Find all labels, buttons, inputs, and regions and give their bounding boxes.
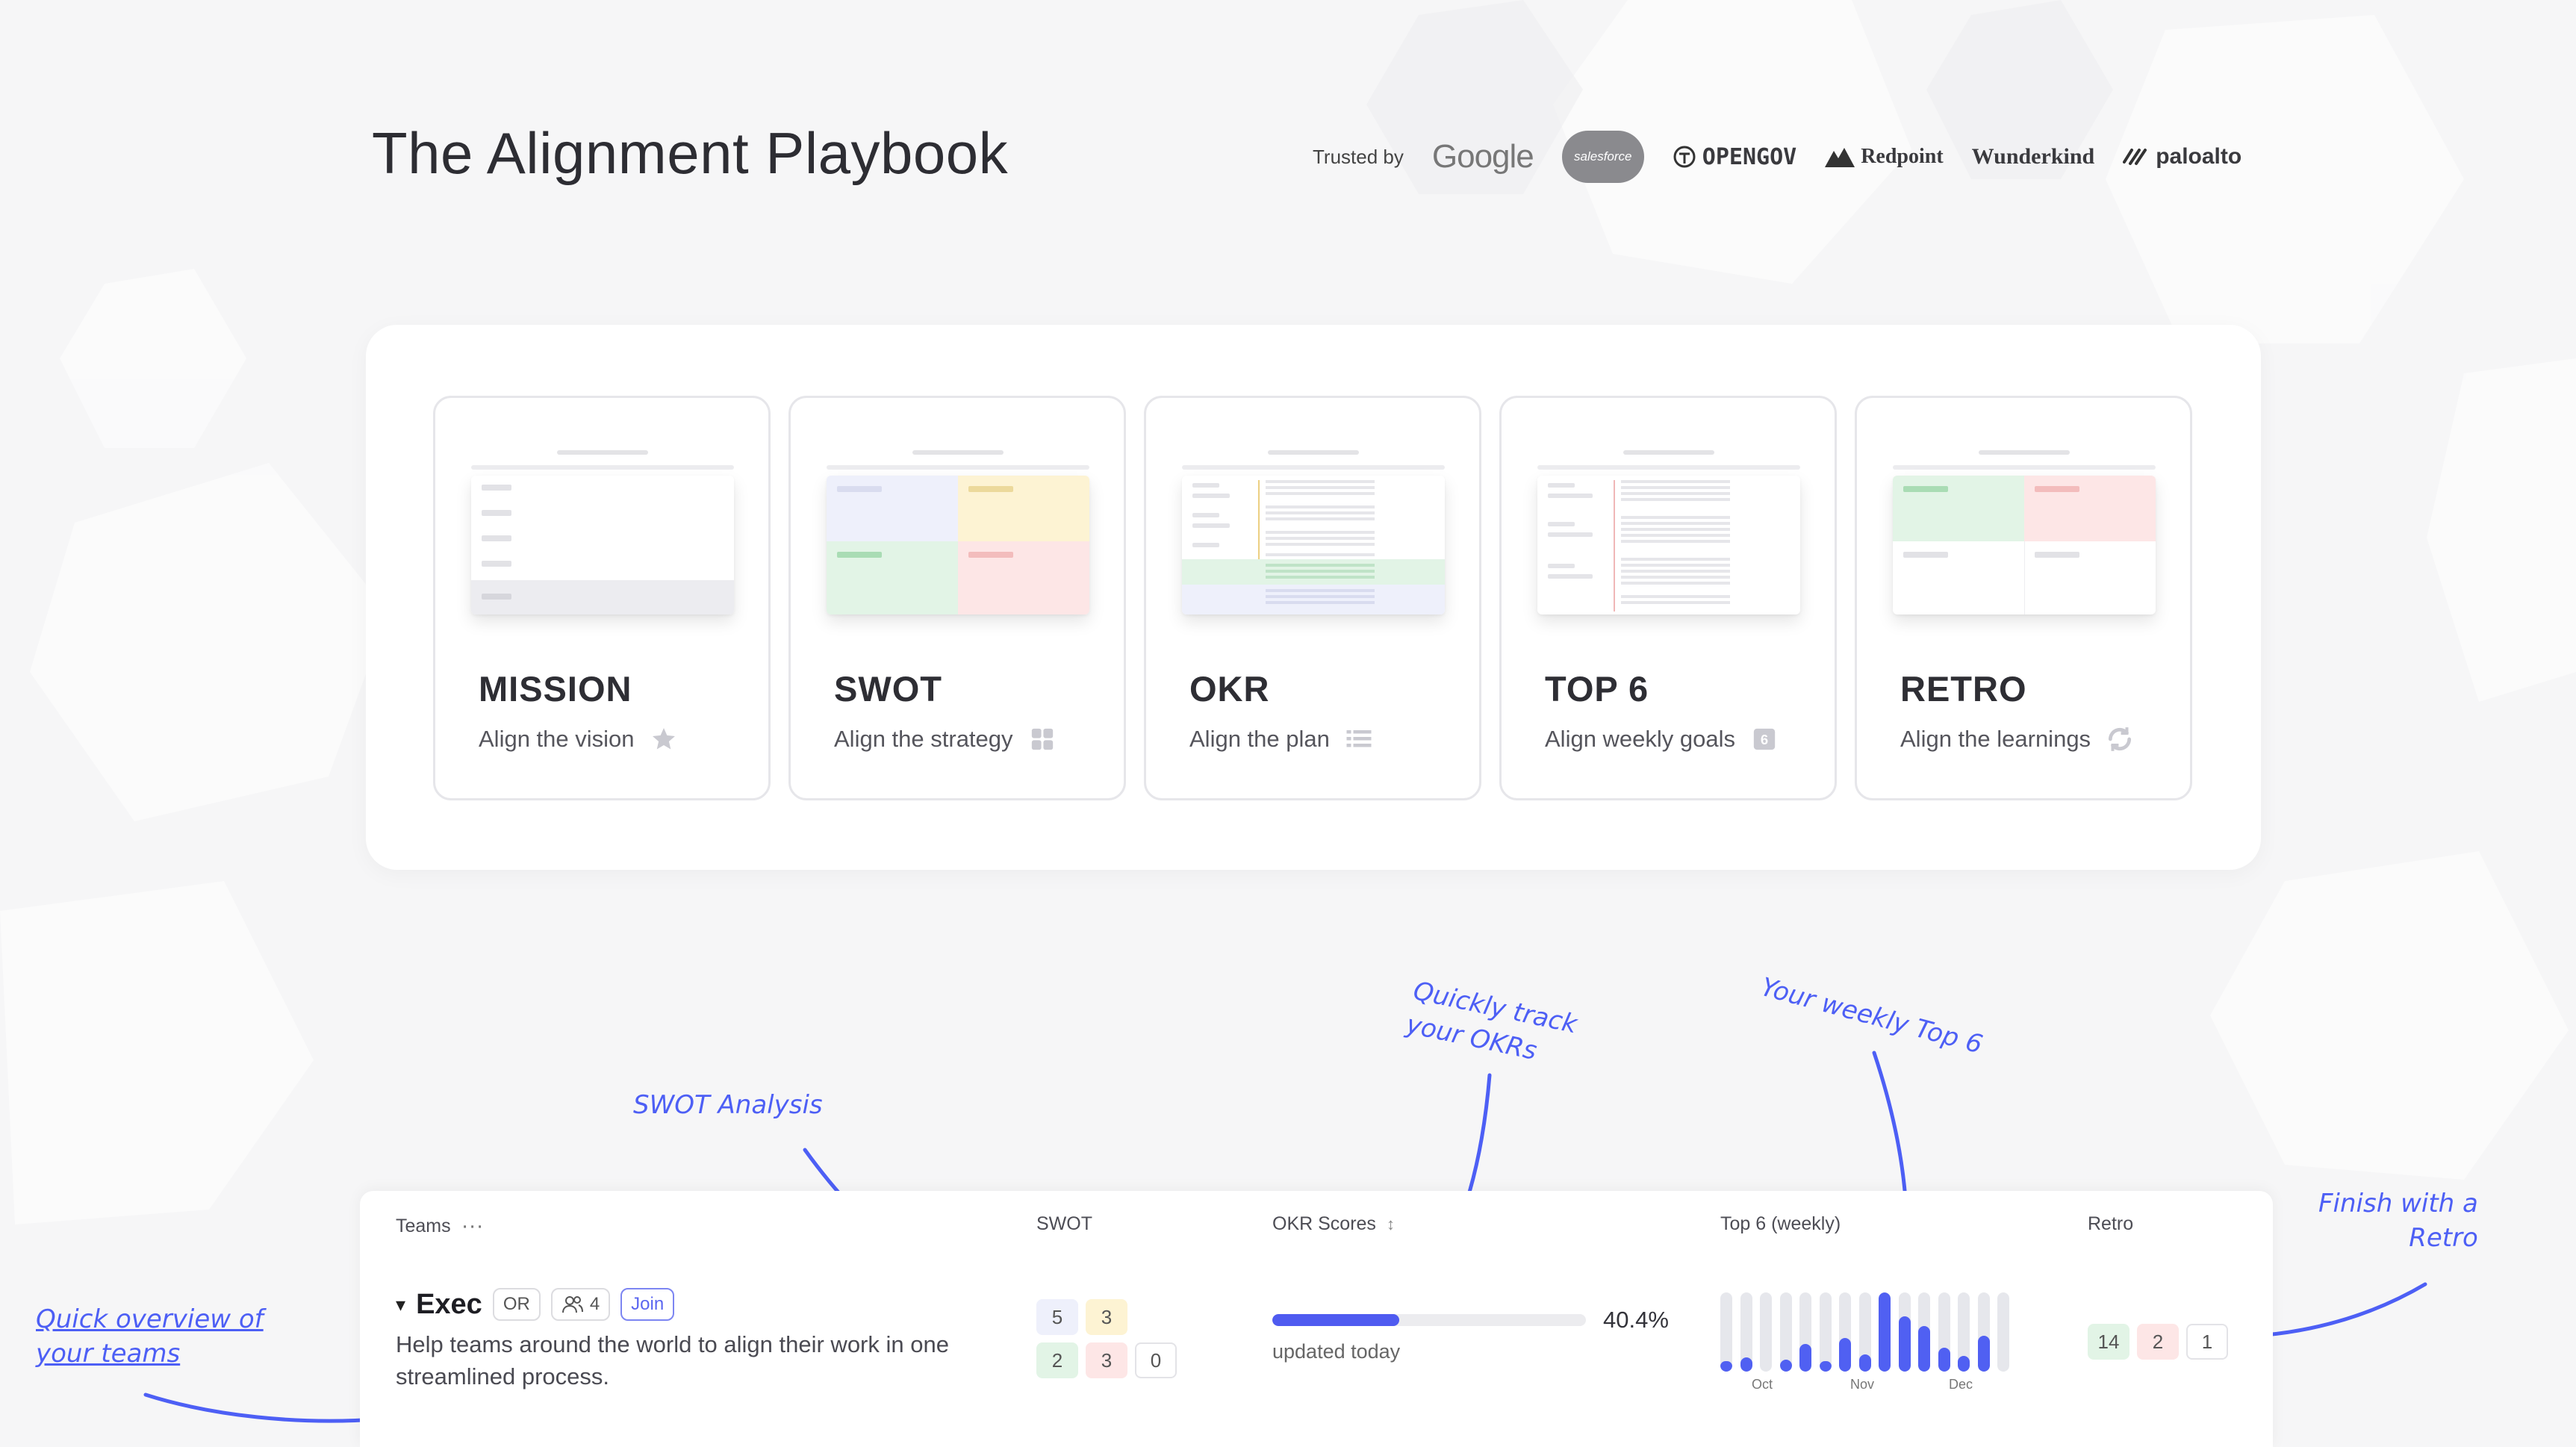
weekly-bar[interactable] — [1799, 1292, 1811, 1372]
weekly-bar-fill — [1720, 1361, 1732, 1372]
weekly-bar-fill — [1839, 1338, 1851, 1372]
or-badge: OR — [492, 1288, 541, 1321]
weekly-bar[interactable] — [1720, 1292, 1732, 1372]
swot-weaknesses-count[interactable]: 3 — [1086, 1299, 1127, 1335]
weekly-bar[interactable] — [1977, 1292, 1990, 1372]
weekly-bar-fill — [1938, 1348, 1950, 1372]
members-count: 4 — [589, 1294, 600, 1314]
retro-header: Retro — [2088, 1213, 2134, 1234]
swot-strengths-count[interactable]: 5 — [1036, 1299, 1078, 1335]
weekly-bar[interactable] — [1918, 1292, 1930, 1372]
swot-header: SWOT — [1036, 1213, 1092, 1234]
team-name-cell: ▾ Exec OR 4 Join — [396, 1288, 675, 1321]
retro-negative-count[interactable]: 2 — [2137, 1324, 2179, 1360]
weekly-bar[interactable] — [1958, 1292, 1970, 1372]
weekly-bar-fill — [1918, 1325, 1930, 1372]
swot-threats-count[interactable]: 3 — [1086, 1342, 1127, 1378]
weekly-bar-fill — [1740, 1357, 1752, 1372]
weekly-bar[interactable] — [1938, 1292, 1950, 1372]
weekly-bar[interactable] — [1997, 1292, 2009, 1372]
okr-header[interactable]: OKR Scores ↕ — [1272, 1213, 1395, 1235]
weekly-bar[interactable] — [1898, 1292, 1911, 1372]
weekly-bar-fill — [1779, 1360, 1792, 1372]
weekly-month-label: Dec — [1949, 1377, 1973, 1392]
swot-opportunities-count[interactable]: 2 — [1036, 1342, 1078, 1378]
team-description: Help teams around the world to align the… — [396, 1331, 949, 1390]
weekly-bar-fill — [1858, 1354, 1871, 1372]
arrow-to-teams — [143, 1392, 390, 1434]
arrow-to-retro — [2241, 1282, 2427, 1348]
retro-positive-count[interactable]: 14 — [2088, 1324, 2129, 1360]
weekly-bar[interactable] — [1839, 1292, 1851, 1372]
teams-table: Teams ··· SWOT OKR Scores ↕ Top 6 (weekl… — [360, 1191, 2273, 1447]
weekly-bar-fill — [1879, 1292, 1891, 1372]
weekly-bar[interactable] — [1879, 1292, 1891, 1372]
join-button[interactable]: Join — [620, 1288, 675, 1321]
okr-progress-bar — [1272, 1314, 1586, 1326]
weekly-bar-fill — [1819, 1361, 1832, 1372]
weekly-month-label: Nov — [1850, 1377, 1875, 1392]
weekly-month-label: Oct — [1752, 1377, 1773, 1392]
okr-percent: 40.4% — [1603, 1307, 1669, 1333]
weekly-bar[interactable] — [1858, 1292, 1871, 1372]
okr-header-label: OKR Scores — [1272, 1213, 1376, 1234]
weekly-bar[interactable] — [1819, 1292, 1832, 1372]
teams-header-label: Teams — [396, 1215, 451, 1236]
members-badge[interactable]: 4 — [550, 1288, 611, 1321]
okr-updated: updated today — [1272, 1340, 1401, 1363]
teams-header: Teams ··· — [396, 1213, 484, 1239]
weekly-bar[interactable] — [1760, 1292, 1772, 1372]
more-options-icon[interactable]: ··· — [461, 1213, 484, 1239]
weekly-bar-fill — [1799, 1343, 1811, 1372]
swot-other-count[interactable]: 0 — [1135, 1342, 1177, 1378]
weekly-bar-fill — [1958, 1355, 1970, 1372]
weekly-bar-fill — [1898, 1316, 1911, 1372]
expand-toggle-icon[interactable]: ▾ — [396, 1293, 405, 1316]
sort-icon[interactable]: ↕ — [1387, 1215, 1395, 1234]
weekly-bar-fill — [1977, 1336, 1990, 1372]
weekly-bar[interactable] — [1779, 1292, 1792, 1372]
members-icon — [561, 1296, 583, 1313]
weekly-top6-chart[interactable]: Oct Nov Dec — [1720, 1288, 2019, 1392]
top6-header: Top 6 (weekly) — [1720, 1213, 1841, 1234]
retro-action-count[interactable]: 1 — [2186, 1324, 2228, 1360]
okr-progress-fill — [1272, 1314, 1399, 1326]
weekly-bar[interactable] — [1740, 1292, 1752, 1372]
team-name[interactable]: Exec — [416, 1289, 482, 1321]
